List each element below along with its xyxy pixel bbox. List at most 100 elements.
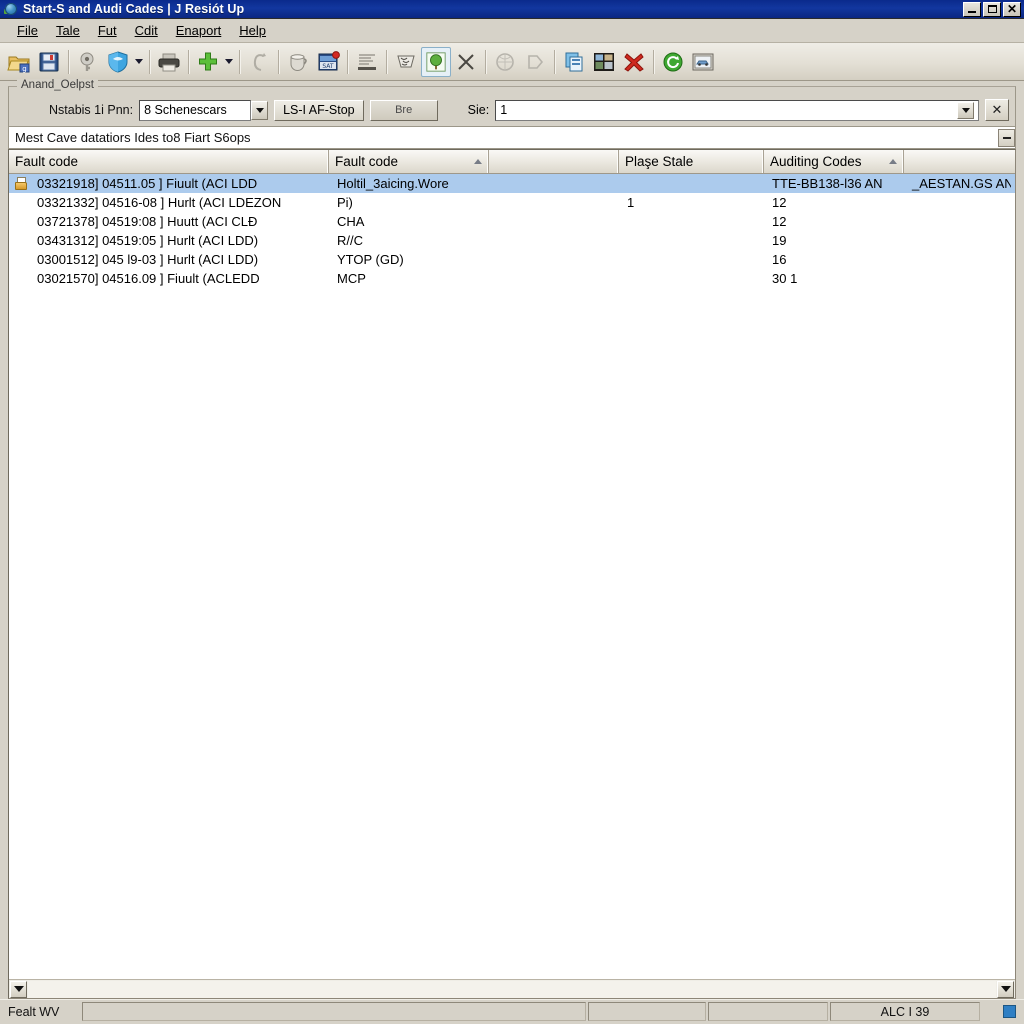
application-window: Start-S and Audi Cades | J Resiót Up ✕ F… — [0, 0, 1024, 1024]
cell-fault-code: 03021570] 04516.09 ] Fiuult (ACLEDD — [37, 271, 260, 286]
filter-section: Anand_Oelpst Nstabis 1i Pnn: 8 Schenesca… — [0, 79, 1024, 149]
open-folder-icon[interactable]: g — [4, 47, 34, 77]
toolbar-separator — [149, 49, 150, 74]
column-label: Auditing Codes — [770, 154, 862, 169]
menu-item-enaport[interactable]: Enaport — [167, 21, 231, 40]
column-label: Plaşe Stale — [625, 154, 694, 169]
size-combo[interactable]: 1 — [495, 99, 979, 121]
scrollbar-track[interactable] — [28, 980, 996, 998]
row-icon-placeholder — [15, 215, 29, 228]
af-stop-button[interactable]: LS-I AF-Stop — [274, 99, 364, 121]
menu-item-tale[interactable]: Tale — [47, 21, 89, 40]
shield-dropdown-arrow[interactable] — [133, 47, 145, 77]
svg-text:g: g — [22, 65, 26, 73]
key-icon[interactable] — [73, 47, 103, 77]
cup-icon[interactable] — [283, 47, 313, 77]
close-icon: ✕ — [1006, 1, 1018, 16]
size-label: Sie: — [467, 103, 490, 117]
cell-auditing-codes: TTE-BB138-l36 AN — [772, 176, 883, 191]
menu-bar: File Tale Fut Cdit Enaport Help — [0, 19, 1024, 43]
menu-item-file[interactable]: File — [8, 21, 47, 40]
menu-item-cdit[interactable]: Cdit — [126, 21, 167, 40]
size-value: 1 — [500, 103, 508, 117]
table-row[interactable]: 03321332] 04516-08 ] Hurlt (ACI LDEZON P… — [9, 193, 1015, 212]
shield-icon[interactable] — [103, 47, 133, 77]
scanner-combo-input[interactable]: 8 Schenescars — [139, 99, 252, 121]
save-disk-icon[interactable] — [34, 47, 64, 77]
table-row[interactable]: 03321918] 04511.05 ] Fiuult (ACI LDD Hol… — [9, 174, 1015, 193]
scroll-left-button[interactable] — [10, 980, 27, 998]
cell-fault-code: 03321918] 04511.05 ] Fiuult (ACI LDD — [37, 176, 258, 191]
filter-group-legend: Anand_Oelpst — [17, 79, 98, 91]
column-header-fault-code-2[interactable]: Fault code — [329, 150, 489, 173]
column-header-blank-1[interactable] — [489, 150, 619, 173]
resize-grip-icon[interactable] — [982, 1002, 1022, 1021]
menu-label-tale: Tale — [55, 23, 80, 38]
menu-item-fut[interactable]: Fut — [89, 21, 126, 40]
list-report-icon[interactable] — [352, 47, 382, 77]
cell-fault-code-2: MCP — [337, 271, 366, 286]
maximize-button[interactable] — [983, 1, 1001, 17]
bre-button[interactable]: Bre — [369, 99, 438, 121]
close-button[interactable]: ✕ — [1003, 1, 1021, 17]
minimize-button[interactable] — [963, 1, 981, 17]
document-folder-icon — [15, 177, 29, 190]
menu-label-enaport: Enaport — [175, 23, 222, 38]
size-dropdown-icon[interactable] — [957, 101, 974, 119]
toolbar-separator — [188, 49, 189, 74]
disabled-globe-icon[interactable] — [490, 47, 520, 77]
disabled-play-icon[interactable] — [520, 47, 550, 77]
column-header-blank-2[interactable] — [904, 150, 1009, 173]
column-label: Fault code — [335, 154, 399, 169]
filter-close-button[interactable]: ✕ — [985, 99, 1009, 121]
undo-icon[interactable] — [244, 47, 274, 77]
refresh-green-icon[interactable] — [658, 47, 688, 77]
column-header-fault-code-1[interactable]: Fault code — [9, 150, 329, 173]
toolbar-separator — [386, 49, 387, 74]
table-row[interactable]: 03021570] 04516.09 ] Fiuult (ACLEDD MCP … — [9, 269, 1015, 288]
toolbar-separator — [347, 49, 348, 74]
status-panel-mode: Fealt WV — [8, 1004, 60, 1019]
toolbar: g SAT — [0, 43, 1024, 81]
cell-fault-code-2: YTOP (GD) — [337, 252, 404, 267]
status-panel-4 — [708, 1002, 828, 1021]
table-row[interactable]: 03001512] 045 l9-03 ] Hurlt (ACI LDD) YT… — [9, 250, 1015, 269]
cell-auditing-codes: 19 — [772, 233, 787, 248]
horizontal-scrollbar[interactable] — [9, 979, 1015, 998]
table-row[interactable]: 03721378] 04519:08 ] Huutt (ACI CLĐ CHA … — [9, 212, 1015, 231]
car-picture-icon[interactable] — [688, 47, 718, 77]
cell-auditing-codes: 30 1 — [772, 271, 798, 286]
tree-map-icon[interactable] — [421, 46, 451, 77]
table-row[interactable]: 03431312] 04519:05 ] Hurlt (ACI LDD) R//… — [9, 231, 1015, 250]
toolbar-separator — [653, 49, 654, 74]
net-globe-icon[interactable] — [391, 47, 421, 77]
status-panel-message — [82, 1002, 586, 1021]
close-icon: ✕ — [991, 102, 1003, 117]
cell-fault-code: 03721378] 04519:08 ] Huutt (ACI CLĐ — [37, 214, 258, 229]
fault-code-list: Fault code Fault code Plaşe Stale Auditi… — [8, 149, 1016, 999]
filter-groupbox: Anand_Oelpst Nstabis 1i Pnn: 8 Schenesca… — [8, 79, 1016, 127]
add-plus-icon[interactable] — [193, 47, 223, 77]
column-header-auditing-codes[interactable]: Auditing Codes — [764, 150, 904, 173]
minimize-hint-button[interactable] — [998, 128, 1015, 147]
red-x-icon[interactable] — [619, 47, 649, 77]
menu-label-help: Help — [239, 23, 267, 38]
status-bar: Fealt WV ALC I 39 — [0, 999, 1024, 1024]
menu-item-help[interactable]: Help — [230, 21, 275, 40]
column-header-plase-stale[interactable]: Plaşe Stale — [619, 150, 764, 173]
list-body: 03321918] 04511.05 ] Fiuult (ACI LDD Hol… — [9, 174, 1015, 979]
add-dropdown-arrow[interactable] — [223, 47, 235, 77]
grid-photos-icon[interactable] — [589, 47, 619, 77]
cell-auditing-codes: 16 — [772, 252, 787, 267]
toolbar-separator — [68, 49, 69, 74]
globe-leaf-icon — [4, 2, 18, 16]
copy-pages-icon[interactable] — [559, 47, 589, 77]
scroll-right-button[interactable] — [997, 980, 1014, 998]
calendar-alert-icon[interactable]: SAT — [313, 47, 343, 77]
toolbar-separator — [485, 49, 486, 74]
delete-x-icon[interactable] — [451, 47, 481, 77]
svg-text:SAT: SAT — [322, 63, 334, 70]
sort-ascending-icon — [889, 159, 897, 164]
scanner-combo-dropdown-icon[interactable] — [251, 100, 269, 120]
printer-icon[interactable] — [154, 47, 184, 77]
